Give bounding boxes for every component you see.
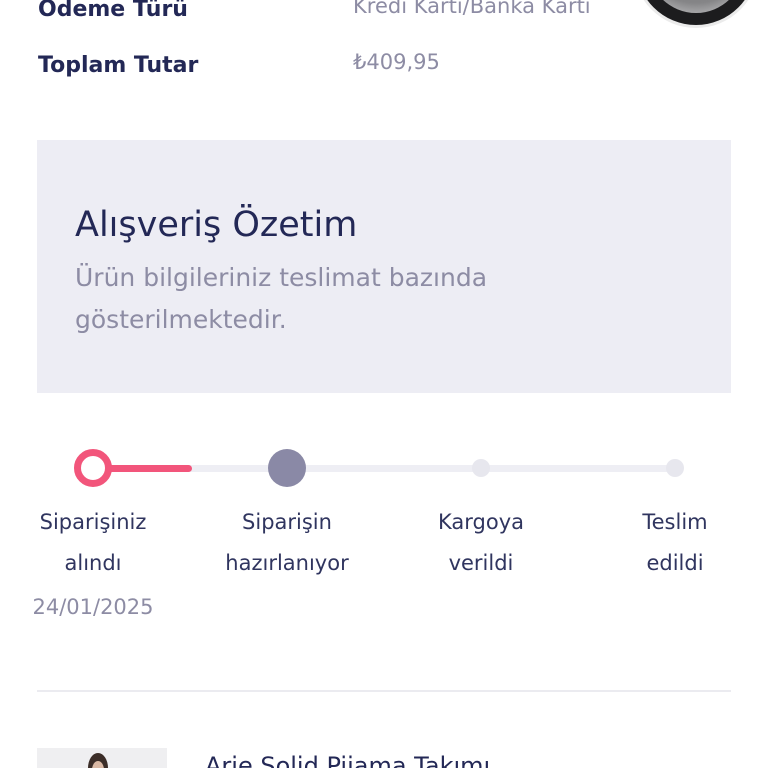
- summary-title: Alışveriş Özetim: [75, 205, 358, 245]
- order-detail-screen: Ödeme Türü Kredi Kartı/Banka Kartı Topla…: [0, 0, 768, 768]
- product-name-container: Arie Solid Pijama Takımı: [205, 751, 565, 768]
- payment-type-label: Ödeme Türü: [38, 0, 188, 22]
- step-label-line: hazırlanıyor: [225, 551, 349, 575]
- shopping-summary-card: Alışveriş Özetim Ürün bilgileriniz tesli…: [37, 140, 731, 393]
- summary-subtitle: Ürün bilgileriniz teslimat bazında göste…: [75, 263, 488, 334]
- payment-type-value: Kredi Kartı/Banka Kartı: [353, 0, 591, 18]
- step-label-line: Teslim: [642, 510, 708, 534]
- section-divider: [37, 690, 731, 692]
- round-floating-button[interactable]: [630, 0, 760, 32]
- step-label-line: Siparişin: [242, 510, 332, 534]
- step-label-line: Siparişiniz: [39, 510, 147, 534]
- step-label-line: edildi: [646, 551, 704, 575]
- product-photo-icon: [88, 753, 108, 768]
- step-delivered-indicator: [666, 459, 684, 477]
- product-row[interactable]: Arie Solid Pijama Takımı: [37, 748, 731, 768]
- total-amount-value: ₺409,95: [353, 50, 440, 74]
- step-label-line: Kargoya: [437, 510, 524, 534]
- step-shipped-label: Kargoya verildi: [396, 502, 566, 584]
- step-order-received-date: 24/01/2025: [32, 595, 154, 619]
- step-shipped-indicator: [472, 459, 490, 477]
- step-preparing-indicator: [268, 449, 306, 487]
- step-label-line: alındı: [64, 551, 122, 575]
- step-delivered-label: Teslim edildi: [590, 502, 760, 584]
- step-label-line: verildi: [448, 551, 514, 575]
- product-image: [37, 748, 167, 768]
- total-amount-label: Toplam Tutar: [38, 53, 199, 78]
- step-order-received-label: Siparişiniz alındı: [8, 502, 178, 584]
- step-order-received-indicator: [74, 449, 112, 487]
- progress-track: [93, 465, 675, 472]
- product-name[interactable]: Arie Solid Pijama Takımı: [205, 751, 565, 768]
- step-preparing-label: Siparişin hazırlanıyor: [202, 502, 372, 584]
